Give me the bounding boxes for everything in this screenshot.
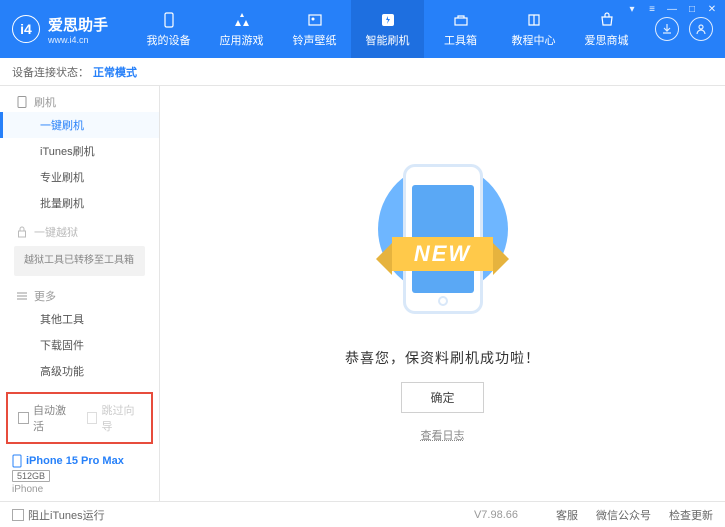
logo: i4 爱思助手 www.i4.cn xyxy=(12,14,132,45)
logo-icon: i4 xyxy=(12,15,40,43)
status-label: 设备连接状态： xyxy=(12,64,89,80)
download-button[interactable] xyxy=(655,17,679,41)
user-button[interactable] xyxy=(689,17,713,41)
activation-options: 自动激活 跳过向导 xyxy=(6,392,153,444)
sidebar-item-oneclick[interactable]: 一键刷机 xyxy=(0,112,159,138)
sidebar-item-itunes[interactable]: iTunes刷机 xyxy=(0,138,159,164)
settings-icon[interactable]: ≡ xyxy=(645,2,659,16)
store-icon xyxy=(598,11,616,29)
app-icon xyxy=(233,11,251,29)
footer-update[interactable]: 检查更新 xyxy=(669,507,713,523)
view-log-link[interactable]: 查看日志 xyxy=(421,427,465,443)
block-itunes-checkbox[interactable]: 阻止iTunes运行 xyxy=(12,507,105,523)
new-ribbon: NEW xyxy=(392,237,493,271)
nav-apps[interactable]: 应用游戏 xyxy=(205,0,278,58)
main-content: NEW 恭喜您，保资料刷机成功啦！ 确定 查看日志 xyxy=(160,86,725,501)
success-message: 恭喜您，保资料刷机成功啦！ xyxy=(345,348,540,368)
device-storage: 512GB xyxy=(12,470,50,482)
sidebar-item-advanced[interactable]: 高级功能 xyxy=(0,358,159,384)
sidebar-section-more[interactable]: 更多 xyxy=(0,280,159,306)
device-type: iPhone xyxy=(12,484,147,495)
title-bar: ▾ ≡ — □ ✕ i4 爱思助手 www.i4.cn 我的设备 应用游戏 铃声… xyxy=(0,0,725,58)
nav-my-device[interactable]: 我的设备 xyxy=(132,0,205,58)
nav-tutorial[interactable]: 教程中心 xyxy=(497,0,570,58)
footer-wechat[interactable]: 微信公众号 xyxy=(596,507,651,523)
flash-icon xyxy=(379,11,397,29)
sidebar-item-download[interactable]: 下载固件 xyxy=(0,332,159,358)
sidebar: 刷机 一键刷机 iTunes刷机 专业刷机 批量刷机 一键越狱 越狱工具已转移至… xyxy=(0,86,160,501)
footer: 阻止iTunes运行 V7.98.66 客服 微信公众号 检查更新 xyxy=(0,501,725,527)
status-mode: 正常模式 xyxy=(93,64,137,80)
minimize-icon[interactable]: — xyxy=(665,2,679,16)
sidebar-section-flash[interactable]: 刷机 xyxy=(0,86,159,112)
maximize-icon[interactable]: □ xyxy=(685,2,699,16)
toolbox-icon xyxy=(452,11,470,29)
phone-small-icon xyxy=(16,96,28,108)
device-icon xyxy=(12,454,22,468)
sidebar-item-pro[interactable]: 专业刷机 xyxy=(0,164,159,190)
nav-tools[interactable]: 工具箱 xyxy=(424,0,497,58)
skip-guide-checkbox[interactable]: 跳过向导 xyxy=(87,402,142,434)
version-label: V7.98.66 xyxy=(474,509,518,521)
close-icon[interactable]: ✕ xyxy=(705,2,719,16)
header-actions xyxy=(643,17,713,41)
menu-icon[interactable]: ▾ xyxy=(625,2,639,16)
device-info: iPhone 15 Pro Max 512GB iPhone xyxy=(0,448,159,501)
phone-icon xyxy=(160,11,178,29)
nav-media[interactable]: 铃声壁纸 xyxy=(278,0,351,58)
book-icon xyxy=(525,11,543,29)
image-icon xyxy=(306,11,324,29)
lock-icon xyxy=(16,226,28,238)
window-controls: ▾ ≡ — □ ✕ xyxy=(625,2,719,16)
app-url: www.i4.cn xyxy=(48,35,108,45)
footer-support[interactable]: 客服 xyxy=(556,507,578,523)
app-title: 爱思助手 xyxy=(48,14,108,35)
sidebar-item-batch[interactable]: 批量刷机 xyxy=(0,190,159,216)
ok-button[interactable]: 确定 xyxy=(401,382,483,413)
sidebar-item-other[interactable]: 其他工具 xyxy=(0,306,159,332)
jailbreak-note: 越狱工具已转移至工具箱 xyxy=(14,246,145,276)
sidebar-section-jailbreak[interactable]: 一键越狱 xyxy=(0,216,159,242)
success-illustration: NEW xyxy=(363,144,523,334)
nav-flash[interactable]: 智能刷机 xyxy=(351,0,424,58)
status-bar: 设备连接状态： 正常模式 xyxy=(0,58,725,86)
more-icon xyxy=(16,290,28,302)
auto-activate-checkbox[interactable]: 自动激活 xyxy=(18,402,73,434)
device-name[interactable]: iPhone 15 Pro Max xyxy=(12,454,147,468)
main-nav: 我的设备 应用游戏 铃声壁纸 智能刷机 工具箱 教程中心 爱思商城 xyxy=(132,0,643,58)
